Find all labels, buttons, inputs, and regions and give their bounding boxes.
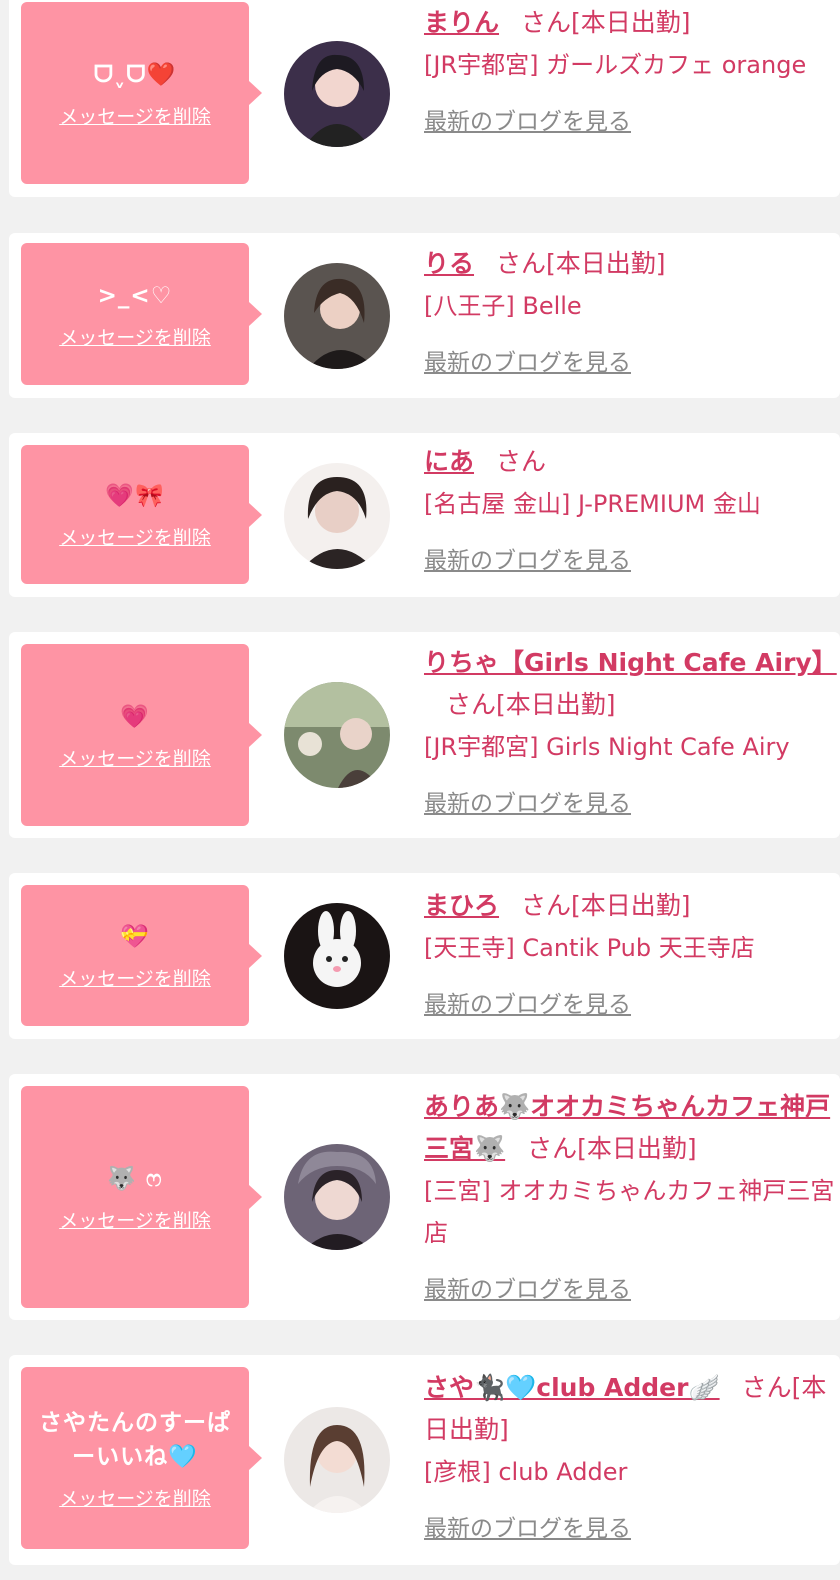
latest-blog-link[interactable]: 最新のブログを見る [424, 541, 631, 575]
delete-message-link[interactable]: メッセージを削除 [59, 102, 211, 129]
status-text: さん[本日出勤] [446, 690, 616, 719]
avatar[interactable] [284, 463, 390, 569]
shop-text: [JR宇都宮] ガールズカフェ orange [424, 51, 807, 79]
profile-info: りる さん[本日出勤] [八王子] Belle 最新のブログを見る [424, 243, 838, 377]
profile-info: まひろ さん[本日出勤] [天王寺] Cantik Pub 天王寺店 最新のブログ… [424, 885, 838, 1019]
name-line: さや🐈‍⬛🩵club Adder🪽 さん[本日出勤] [424, 1367, 838, 1451]
profile-info: まりん さん[本日出勤] [JR宇都宮] ガールズカフェ orange 最新のブロ… [424, 2, 838, 136]
message-card: ᗜˬᗜ❤️ メッセージを削除 まりん さん[本日出勤] [JR宇都宮] ガールズカ… [9, 0, 840, 197]
message-bubble: さやたんのすーぱーいいね🩵 メッセージを削除 [21, 1367, 262, 1549]
message-card: >_<♡ メッセージを削除 りる さん[本日出勤] [八王子] Belle 最新の… [9, 233, 840, 398]
message-bubble: 💝 メッセージを削除 [21, 885, 262, 1026]
message-bubble: 🐺 ෆ メッセージを削除 [21, 1086, 262, 1308]
message-text: ᗜˬᗜ❤️ [93, 61, 177, 88]
latest-blog-link[interactable]: 最新のブログを見る [424, 1509, 631, 1543]
latest-blog-link[interactable]: 最新のブログを見る [424, 985, 631, 1019]
status-text: さん[本日出勤] [527, 1134, 697, 1163]
avatar[interactable] [284, 682, 390, 788]
message-text: さやたんのすーぱーいいね🩵 [39, 1409, 231, 1470]
avatar[interactable] [284, 1407, 390, 1513]
message-card: 💗 メッセージを削除 りちゃ【Girls Night Cafe Airy】さん[… [9, 632, 840, 838]
avatar[interactable] [284, 263, 390, 369]
delete-message-link[interactable]: メッセージを削除 [59, 523, 211, 550]
status-text: さん [496, 447, 547, 476]
latest-blog-link[interactable]: 最新のブログを見る [424, 784, 631, 818]
profile-info: にあ さん [名古屋 金山] J-PREMIUM 金山 最新のブログを見る [424, 441, 838, 575]
profile-name-link[interactable]: まひろ [424, 891, 499, 920]
profile-name-link[interactable]: まりん [424, 8, 499, 37]
profile-info: ありあ🐺オオカミちゃんカフェ神戸三宮🐺 さん[本日出勤] [三宮] オオカミちゃん… [424, 1086, 838, 1304]
name-line: まひろ さん[本日出勤] [424, 885, 838, 927]
delete-message-link[interactable]: メッセージを削除 [59, 744, 211, 771]
message-card: 💗🎀 メッセージを削除 にあ さん [名古屋 金山] J-PREMIUM 金山 最… [9, 433, 840, 597]
avatar[interactable] [284, 903, 390, 1009]
delete-message-link[interactable]: メッセージを削除 [59, 1206, 211, 1233]
message-card: 💝 メッセージを削除 まひろ さん[本日出勤] [天王寺] Cantik Pub … [9, 873, 840, 1039]
status-text: さん[本日出勤] [496, 249, 666, 278]
avatar[interactable] [284, 1144, 390, 1250]
status-text: さん[本日出勤] [521, 891, 691, 920]
delete-message-link[interactable]: メッセージを削除 [59, 964, 211, 991]
message-text: 🐺 ෆ [107, 1165, 163, 1192]
status-text: さん[本日出勤] [521, 8, 691, 37]
message-text: >_<♡ [97, 282, 173, 309]
shop-text: [三宮] オオカミちゃんカフェ神戸三宮店 [424, 1177, 835, 1247]
profile-name-link[interactable]: さや🐈‍⬛🩵club Adder🪽 [424, 1373, 720, 1402]
avatar[interactable] [284, 41, 390, 147]
message-bubble: >_<♡ メッセージを削除 [21, 243, 262, 385]
profile-name-link[interactable]: にあ [424, 447, 474, 476]
delete-message-link[interactable]: メッセージを削除 [59, 323, 211, 350]
shop-text: [JR宇都宮] Girls Night Cafe Airy [424, 733, 790, 761]
latest-blog-link[interactable]: 最新のブログを見る [424, 1270, 631, 1304]
profile-info: さや🐈‍⬛🩵club Adder🪽 さん[本日出勤] [彦根] club Adde… [424, 1367, 838, 1543]
message-bubble: 💗🎀 メッセージを削除 [21, 445, 262, 584]
shop-text: [名古屋 金山] J-PREMIUM 金山 [424, 490, 761, 518]
profile-name-link[interactable]: りちゃ【Girls Night Cafe Airy】 [424, 648, 837, 677]
name-line: にあ さん [424, 441, 838, 483]
delete-message-link[interactable]: メッセージを削除 [59, 1484, 211, 1511]
latest-blog-link[interactable]: 最新のブログを見る [424, 102, 631, 136]
message-bubble: 💗 メッセージを削除 [21, 644, 262, 826]
message-card: 🐺 ෆ メッセージを削除 ありあ🐺オオカミちゃんカフェ神戸三宮🐺 さん[本日出勤]… [9, 1074, 840, 1320]
message-text: 💗🎀 [105, 483, 165, 509]
message-text: 💝 [120, 924, 150, 950]
name-line: りる さん[本日出勤] [424, 243, 838, 285]
shop-text: [天王寺] Cantik Pub 天王寺店 [424, 934, 755, 962]
profile-info: りちゃ【Girls Night Cafe Airy】さん[本日出勤] [JR宇都… [424, 642, 838, 818]
message-list: ᗜˬᗜ❤️ メッセージを削除 まりん さん[本日出勤] [JR宇都宮] ガールズカ… [0, 0, 840, 1580]
message-text: 💗 [120, 703, 150, 730]
name-line: ありあ🐺オオカミちゃんカフェ神戸三宮🐺 さん[本日出勤] [424, 1086, 838, 1170]
latest-blog-link[interactable]: 最新のブログを見る [424, 343, 631, 377]
name-line: まりん さん[本日出勤] [424, 2, 838, 44]
message-card: さやたんのすーぱーいいね🩵 メッセージを削除 さや🐈‍⬛🩵club Adder🪽… [9, 1355, 840, 1565]
shop-text: [八王子] Belle [424, 292, 582, 320]
name-line: りちゃ【Girls Night Cafe Airy】さん[本日出勤] [424, 642, 838, 726]
profile-name-link[interactable]: りる [424, 249, 474, 278]
shop-text: [彦根] club Adder [424, 1458, 628, 1486]
message-bubble: ᗜˬᗜ❤️ メッセージを削除 [21, 2, 262, 184]
